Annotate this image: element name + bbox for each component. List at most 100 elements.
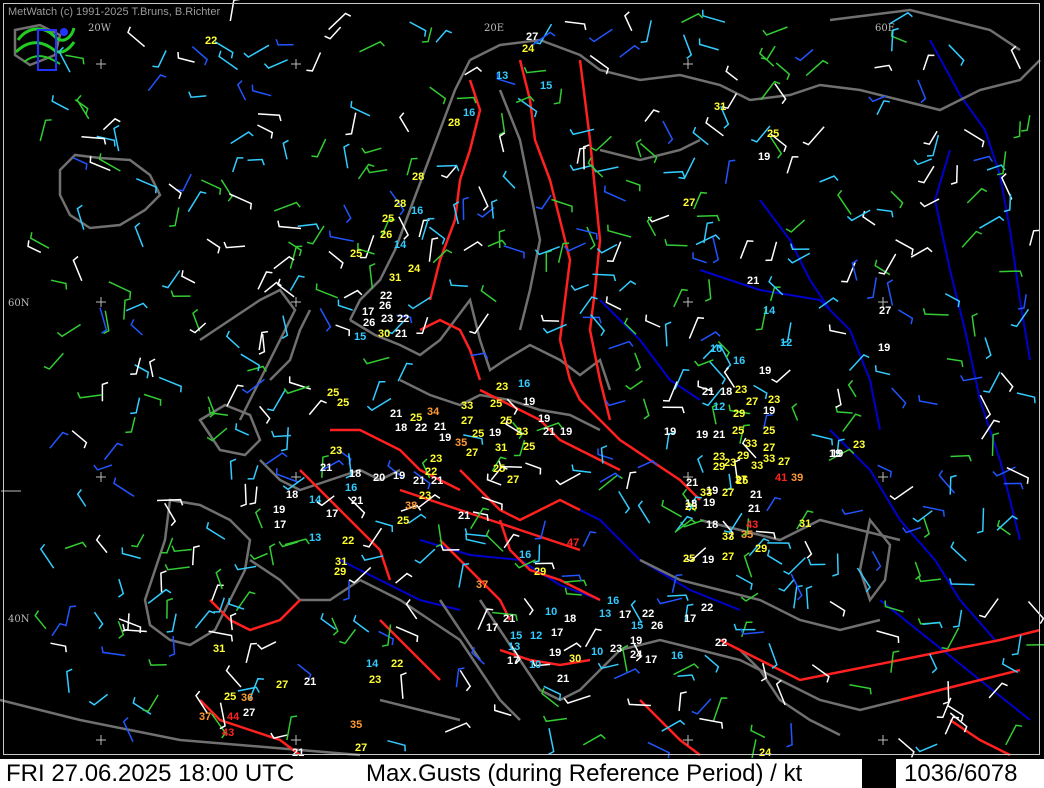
wind-barb (372, 380, 386, 401)
gust-value: 25 (224, 691, 236, 703)
gust-value: 19 (538, 413, 550, 425)
wind-barb (739, 240, 754, 259)
wind-barb (130, 357, 142, 376)
wind-barb (786, 723, 793, 748)
wind-barb (108, 281, 132, 299)
gust-value: 19 (759, 365, 771, 377)
wind-barb (948, 578, 975, 586)
wind-barb (223, 241, 246, 249)
gust-value: 21 (543, 426, 555, 438)
wind-barb (950, 165, 958, 185)
gust-value: 19 (664, 426, 676, 438)
gust-value: 22 (642, 608, 654, 620)
wind-barb (81, 135, 107, 145)
gust-value: 28 (448, 117, 460, 129)
wind-barb (125, 302, 148, 312)
wind-barb (176, 173, 192, 192)
wind-barb (750, 724, 766, 739)
wind-barb (597, 662, 619, 670)
wind-barb (701, 9, 726, 23)
wind-barb (263, 59, 288, 70)
wind-barb (570, 284, 589, 291)
gust-value: 26 (380, 229, 392, 241)
wind-barb (693, 191, 707, 210)
wind-barb (699, 717, 724, 729)
wind-barb (637, 459, 658, 469)
wind-barb (76, 391, 103, 399)
gust-value: 17 (684, 613, 696, 625)
wind-barb (664, 239, 688, 247)
wind-barb (34, 610, 47, 630)
wind-barb (278, 541, 299, 548)
wind-barb (335, 324, 351, 337)
wind-barb (640, 20, 652, 43)
gust-value: 33 (461, 400, 473, 412)
gust-value: 23 (430, 453, 442, 465)
wind-barb (535, 194, 552, 210)
gust-value: 12 (713, 401, 725, 413)
wind-barb (786, 156, 799, 174)
wind-barb (206, 238, 221, 254)
wind-barb (704, 654, 720, 673)
wind-barb (29, 232, 50, 249)
gust-value: 33 (751, 460, 763, 472)
wind-barb (523, 66, 546, 74)
wind-barb (39, 119, 52, 142)
gust-value: 23 (724, 457, 736, 469)
wind-barb (359, 40, 385, 53)
wind-barb (366, 166, 388, 174)
wind-barb (147, 74, 167, 92)
wind-barb (308, 399, 327, 416)
wind-barb (171, 545, 192, 552)
wind-barb (582, 733, 606, 746)
wind-barb (584, 628, 602, 648)
wind-barb (319, 308, 332, 332)
wind-barb (619, 44, 640, 58)
gust-value: 21 (750, 489, 762, 501)
gust-value: 43 (746, 519, 758, 531)
gust-value: 25 (337, 397, 349, 409)
wind-barb (948, 44, 965, 66)
wind-barb (642, 398, 650, 420)
gust-value: 47 (567, 537, 579, 549)
wind-barb (540, 314, 560, 322)
status-bar: FRI 27.06.2025 18:00 UTC Max.Gusts (duri… (0, 758, 1044, 788)
wind-barb (963, 128, 985, 148)
gust-value: 24 (522, 43, 535, 55)
wind-barb (414, 548, 436, 564)
wind-barb (240, 483, 247, 508)
wind-barb (606, 241, 622, 262)
gust-value: 19 (763, 405, 775, 417)
gust-value: 14 (366, 658, 379, 670)
wind-barb (674, 369, 690, 390)
gust-value: 21 (458, 510, 470, 522)
wind-barb (647, 214, 670, 223)
wind-barb (842, 413, 862, 432)
gust-value: 22 (391, 658, 403, 670)
wind-barb (523, 597, 534, 616)
wind-barb (525, 462, 542, 475)
gust-value: 16 (518, 378, 530, 390)
wind-barb (705, 116, 724, 137)
wind-barb (352, 614, 370, 633)
gust-value: 31 (495, 442, 507, 454)
wind-barb (922, 517, 930, 538)
wind-barb (673, 663, 700, 676)
wind-barb (627, 698, 651, 707)
gust-value: 21 (557, 673, 569, 685)
gust-value: 36 (241, 692, 253, 704)
wind-barb (811, 433, 834, 446)
wind-barb (841, 508, 864, 516)
wind-barb (922, 308, 949, 316)
wind-barb (225, 665, 242, 688)
wind-barb (362, 356, 390, 365)
gust-value: 25 (382, 213, 394, 225)
wind-barb (656, 597, 683, 605)
gust-value: 13 (599, 608, 611, 620)
wind-barb (542, 323, 567, 334)
wind-barb (866, 277, 878, 300)
wind-barb (270, 732, 289, 739)
gust-value: 29 (733, 408, 745, 420)
gust-value: 38 (405, 500, 417, 512)
wind-barb (226, 384, 244, 407)
